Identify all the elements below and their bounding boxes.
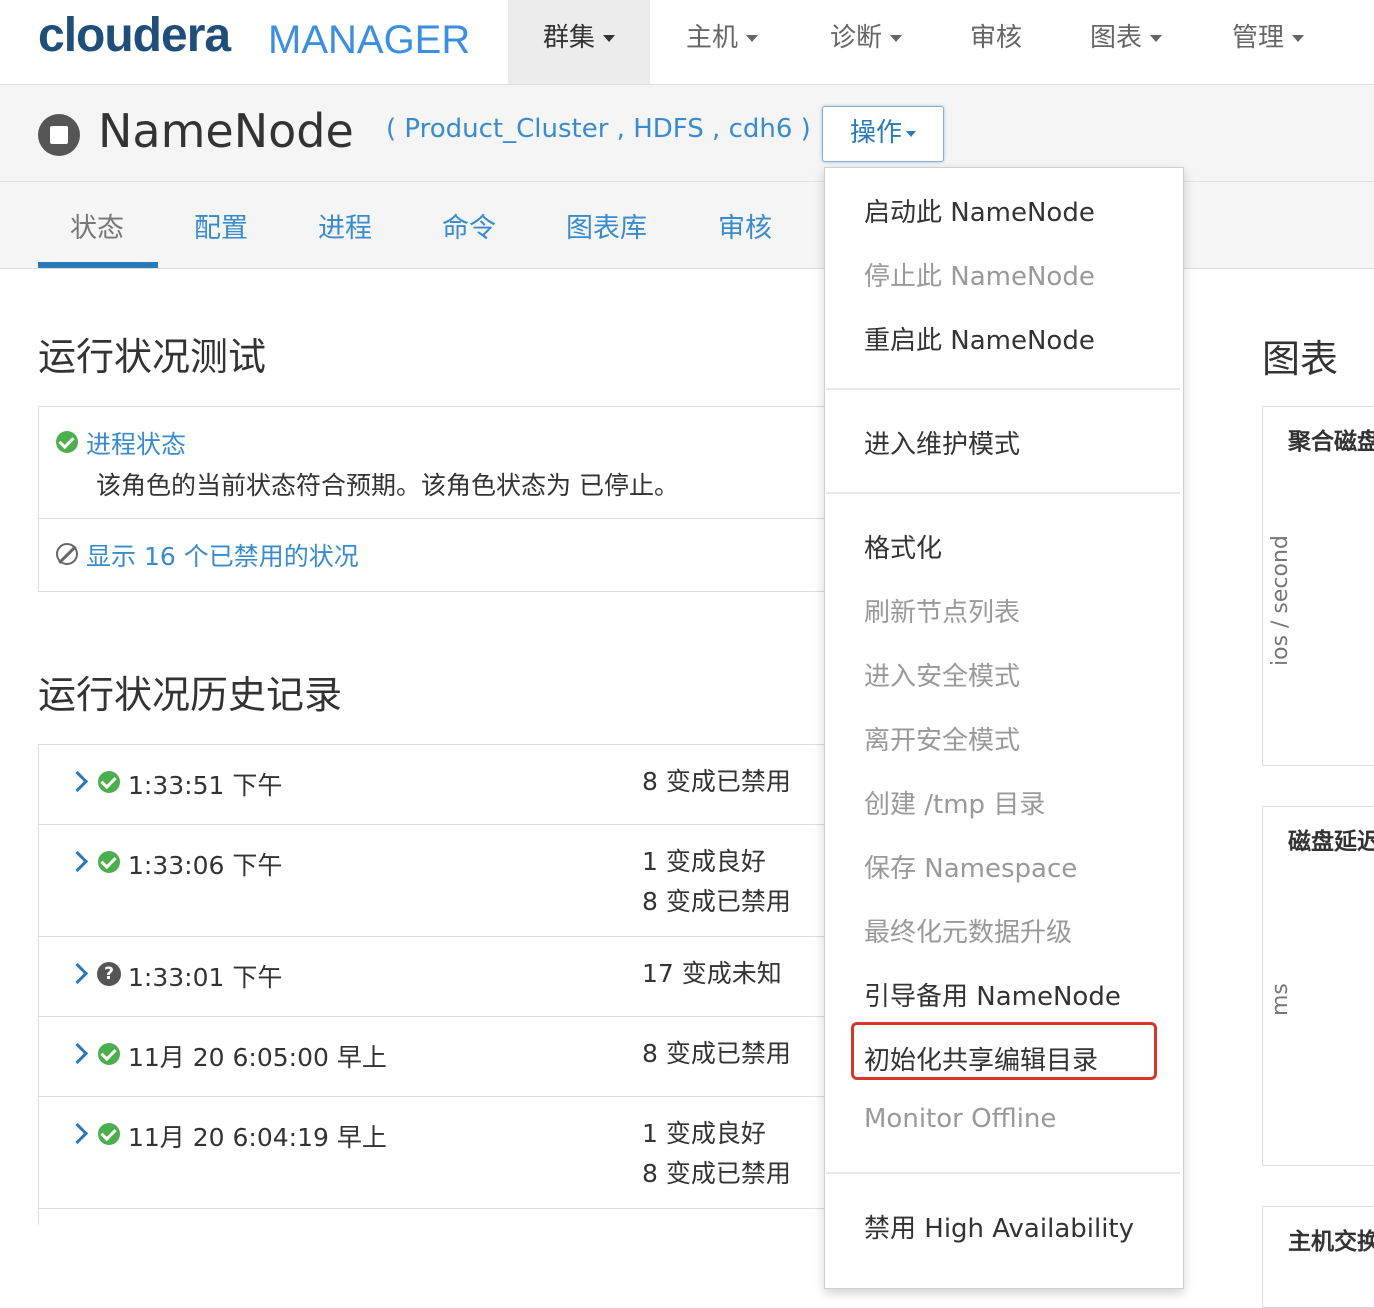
nav-administration-label: 管理	[1231, 23, 1284, 53]
nav-charts[interactable]: 图表	[1064, 0, 1188, 84]
cloudera-logo[interactable]: cloudera	[38, 8, 231, 63]
caret-down-icon	[890, 35, 902, 42]
nav-administration[interactable]: 管理	[1206, 0, 1330, 84]
tab-commands[interactable]: 命令	[442, 206, 496, 245]
history-row-change: 8 变成已禁用	[642, 1159, 791, 1188]
check-circle-icon	[98, 1123, 120, 1145]
stopped-status-icon	[38, 114, 80, 156]
nav-audits-label: 审核	[969, 23, 1022, 53]
history-row-change: 8 变成已禁用	[642, 887, 791, 916]
check-circle-icon	[98, 771, 120, 793]
menu-divider	[826, 492, 1180, 494]
check-circle-icon	[98, 851, 120, 873]
history-row-change: 8 变成已禁用	[642, 767, 791, 796]
chart-card-title: 聚合磁盘	[1288, 429, 1374, 455]
menu-restart-namenode[interactable]: 重启此 NameNode	[864, 320, 1095, 357]
menu-refresh-node-list[interactable]: 刷新节点列表	[864, 592, 1020, 629]
question-circle-icon: ?	[97, 962, 121, 986]
nav-diagnostics[interactable]: 诊断	[804, 0, 928, 84]
show-disabled-link[interactable]: 显示 16 个已禁用的状况	[86, 537, 359, 573]
caret-down-icon	[1150, 35, 1162, 42]
tab-configuration[interactable]: 配置	[194, 206, 248, 245]
page-title: NameNode	[98, 104, 354, 158]
charts-title: 图表	[1262, 337, 1339, 381]
nav-diagnostics-label: 诊断	[829, 23, 882, 53]
divider	[39, 936, 829, 937]
health-history-title: 运行状况历史记录	[38, 673, 343, 717]
history-row-time[interactable]: 1:33:51 下午	[128, 766, 282, 802]
menu-enter-maintenance-mode[interactable]: 进入维护模式	[864, 424, 1020, 461]
chart-y-axis-label: ms	[1268, 983, 1293, 1016]
health-test-description: 该角色的当前状态符合预期。该角色状态为 已停止。	[96, 471, 679, 500]
active-tab-indicator	[38, 262, 158, 268]
menu-monitor-offline[interactable]: Monitor Offline	[864, 1104, 1056, 1134]
menu-start-namenode[interactable]: 启动此 NameNode	[864, 192, 1095, 229]
divider	[39, 1208, 829, 1209]
health-tests-title: 运行状况测试	[38, 335, 267, 379]
caret-down-icon	[1292, 35, 1304, 42]
chart-y-axis-label: ios / second	[1268, 535, 1293, 666]
caret-down-icon	[603, 35, 615, 42]
history-row-change: 1 变成良好	[642, 847, 766, 876]
divider	[39, 1016, 829, 1017]
menu-enter-safe-mode[interactable]: 进入安全模式	[864, 656, 1020, 693]
health-test-name-link[interactable]: 进程状态	[86, 425, 186, 461]
menu-bootstrap-standby-namenode[interactable]: 引导备用 NameNode	[864, 976, 1121, 1013]
menu-divider	[826, 388, 1180, 390]
role-context-link[interactable]: ( Product_Cluster , HDFS , cdh6 )	[386, 114, 811, 144]
nav-clusters[interactable]: 群集	[508, 0, 650, 84]
highlight-annotation-box	[851, 1022, 1157, 1080]
tab-processes[interactable]: 进程	[318, 206, 372, 245]
caret-down-icon	[746, 35, 758, 42]
nav-clusters-label: 群集	[542, 23, 595, 53]
history-row-time[interactable]: 11月 20 6:05:00 早上	[128, 1038, 387, 1074]
tab-status[interactable]: 状态	[70, 206, 124, 245]
nav-hosts[interactable]: 主机	[660, 0, 784, 84]
manager-logo-text[interactable]: MANAGER	[268, 18, 470, 63]
chart-card-title: 主机交换	[1288, 1229, 1374, 1255]
menu-format[interactable]: 格式化	[864, 528, 942, 565]
history-row-time[interactable]: 1:33:01 下午	[128, 958, 282, 994]
tab-audits[interactable]: 审核	[718, 206, 772, 245]
nav-hosts-label: 主机	[685, 23, 738, 53]
menu-save-namespace[interactable]: 保存 Namespace	[864, 848, 1077, 885]
menu-leave-safe-mode[interactable]: 离开安全模式	[864, 720, 1020, 757]
tab-chart-library[interactable]: 图表库	[566, 206, 647, 245]
history-row-change: 8 变成已禁用	[642, 1039, 791, 1068]
history-row-change: 1 变成良好	[642, 1119, 766, 1148]
history-row-time[interactable]: 1:33:06 下午	[128, 846, 282, 882]
nav-charts-label: 图表	[1089, 23, 1142, 53]
menu-divider	[826, 1172, 1180, 1174]
divider	[39, 518, 829, 519]
menu-stop-namenode[interactable]: 停止此 NameNode	[864, 256, 1095, 293]
check-circle-icon	[56, 431, 78, 453]
actions-button-label: 操作	[849, 118, 902, 148]
divider	[39, 824, 829, 825]
history-row-time[interactable]: 11月 20 6:04:19 早上	[128, 1118, 387, 1154]
menu-create-tmp-directory[interactable]: 创建 /tmp 目录	[864, 784, 1045, 821]
check-circle-icon	[98, 1043, 120, 1065]
chart-card-title: 磁盘延迟	[1288, 829, 1374, 855]
nav-audits[interactable]: 审核	[948, 0, 1044, 84]
menu-finalize-metadata-upgrade[interactable]: 最终化元数据升级	[864, 912, 1072, 949]
history-row-change: 17 变成未知	[642, 959, 782, 988]
actions-button[interactable]: 操作	[822, 106, 944, 162]
menu-disable-high-availability[interactable]: 禁用 High Availability	[864, 1208, 1134, 1245]
disabled-icon	[56, 543, 78, 565]
divider	[39, 1096, 829, 1097]
caret-down-icon	[906, 130, 916, 137]
